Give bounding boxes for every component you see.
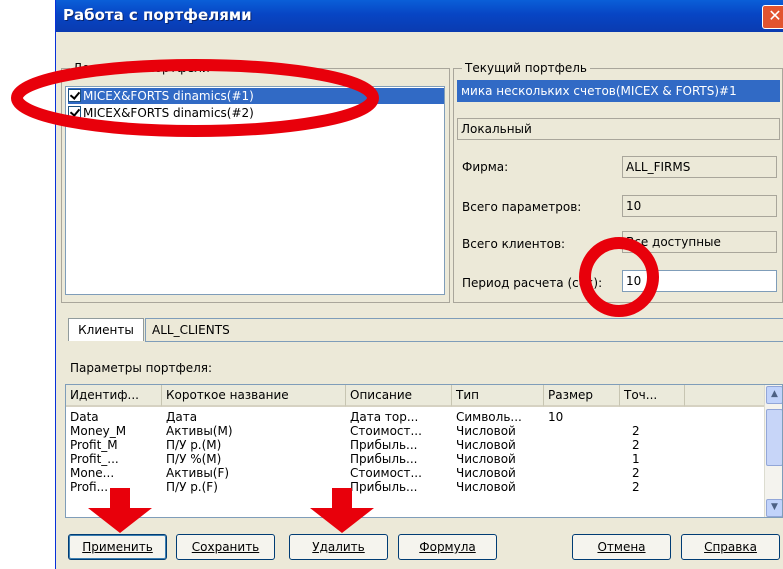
table-cell: Прибыль... (350, 452, 418, 466)
table-cell: Числовой (456, 424, 516, 438)
portfolio-type: Локальный (457, 118, 780, 140)
table-cell: Data (70, 410, 99, 424)
column-header[interactable]: Тип (452, 385, 544, 407)
table-cell: Profit_M (70, 438, 118, 452)
table-cell: 2 (632, 438, 640, 452)
window-title: Работа с портфелями (63, 6, 252, 24)
save-button-label: Сохранить (191, 540, 260, 554)
portfolio-item-label: MICEX&FORTS dinamics(#1) (83, 89, 254, 103)
column-header-filler (685, 385, 765, 407)
current-portfolio-group: Текущий портфель (453, 61, 783, 303)
table-cell: Числовой (456, 466, 516, 480)
firm-value: ALL_FIRMS (622, 156, 777, 178)
column-header[interactable]: Точ... (620, 385, 685, 407)
help-button-label: Справка (704, 540, 757, 554)
table-cell: Стоимост... (350, 424, 422, 438)
clients-count-value: Все доступные (622, 231, 777, 253)
cancel-button[interactable]: Отмена (572, 534, 671, 560)
table-cell: Числовой (456, 480, 516, 494)
table-cell: Числовой (456, 452, 516, 466)
parameters-table[interactable]: Идентиф... Короткое название Описание Ти… (65, 384, 783, 518)
period-input[interactable]: 10 (622, 270, 777, 292)
column-header[interactable]: Короткое название (162, 385, 346, 407)
table-cell: Mone... (70, 466, 115, 480)
portfolio-dialog: Работа с портфелями ✕ Доступные портфели… (55, 0, 783, 569)
table-cell: Дата тор... (350, 410, 419, 424)
vertical-scrollbar[interactable]: ▲ ▼ (764, 385, 782, 517)
help-button[interactable]: Справка (681, 534, 780, 560)
scroll-down-icon[interactable]: ▼ (766, 499, 782, 517)
table-cell: П/У р.(F) (166, 480, 218, 494)
apply-button[interactable]: Применить (68, 534, 167, 560)
formula-button[interactable]: Формула (398, 534, 497, 560)
table-cell: П/У %(M) (166, 452, 222, 466)
table-cell: Дата (166, 410, 198, 424)
scroll-thumb[interactable] (766, 409, 782, 466)
delete-button[interactable]: Удалить (289, 534, 388, 560)
apply-button-label: Применить (82, 540, 153, 554)
background-margin (0, 0, 55, 569)
period-label: Период расчета (сек): (462, 276, 603, 290)
table-cell: Числовой (456, 438, 516, 452)
close-icon[interactable]: ✕ (762, 5, 783, 29)
firm-label: Фирма: (462, 160, 509, 174)
table-cell: Прибыль... (350, 438, 418, 452)
checkbox-icon[interactable] (68, 89, 81, 102)
portfolio-item[interactable]: MICEX&FORTS dinamics(#2) (68, 105, 258, 121)
table-cell: 1 (632, 452, 640, 466)
params-count-label: Всего параметров: (462, 200, 582, 214)
params-count-value: 10 (622, 195, 777, 217)
current-portfolio-legend: Текущий портфель (462, 61, 590, 75)
table-cell: 2 (632, 466, 640, 480)
current-portfolio-name[interactable]: мика нескольких счетов(MICEX & FORTS)#1 (457, 80, 780, 102)
table-cell: Прибыль... (350, 480, 418, 494)
checkbox-icon[interactable] (68, 106, 81, 119)
table-cell: Money_M (70, 424, 127, 438)
tab-clients[interactable]: Клиенты (68, 318, 144, 341)
table-cell: Profi... (70, 480, 109, 494)
table-cell: 10 (548, 410, 564, 424)
formula-button-label: Формула (419, 540, 476, 554)
save-button[interactable]: Сохранить (176, 534, 275, 560)
scroll-up-icon[interactable]: ▲ (766, 386, 782, 404)
column-header[interactable]: Размер (544, 385, 620, 407)
table-cell: Активы(M) (166, 424, 233, 438)
delete-button-label: Удалить (312, 540, 365, 554)
available-portfolios-legend: Доступные портфели (70, 61, 213, 75)
table-cell: 2 (632, 480, 640, 494)
cancel-button-label: Отмена (597, 540, 646, 554)
clients-value: ALL_CLIENTS (145, 318, 783, 342)
table-cell: Активы(F) (166, 466, 230, 480)
table-cell: Символь... (456, 410, 522, 424)
clients-count-label: Всего клиентов: (462, 237, 566, 251)
params-heading: Параметры портфеля: (70, 361, 213, 375)
title-bar[interactable]: Работа с портфелями ✕ (56, 0, 783, 32)
column-header[interactable]: Описание (346, 385, 452, 407)
table-cell: Profit_... (70, 452, 119, 466)
table-cell: 2 (632, 424, 640, 438)
table-cell: П/У р.(M) (166, 438, 222, 452)
portfolio-item-label: MICEX&FORTS dinamics(#2) (83, 106, 254, 120)
available-portfolios-list[interactable]: MICEX&FORTS dinamics(#1) MICEX&FORTS din… (65, 86, 445, 295)
column-header[interactable]: Идентиф... (66, 385, 162, 407)
table-cell: Стоимост... (350, 466, 422, 480)
portfolio-item[interactable]: MICEX&FORTS dinamics(#1) (68, 88, 444, 104)
